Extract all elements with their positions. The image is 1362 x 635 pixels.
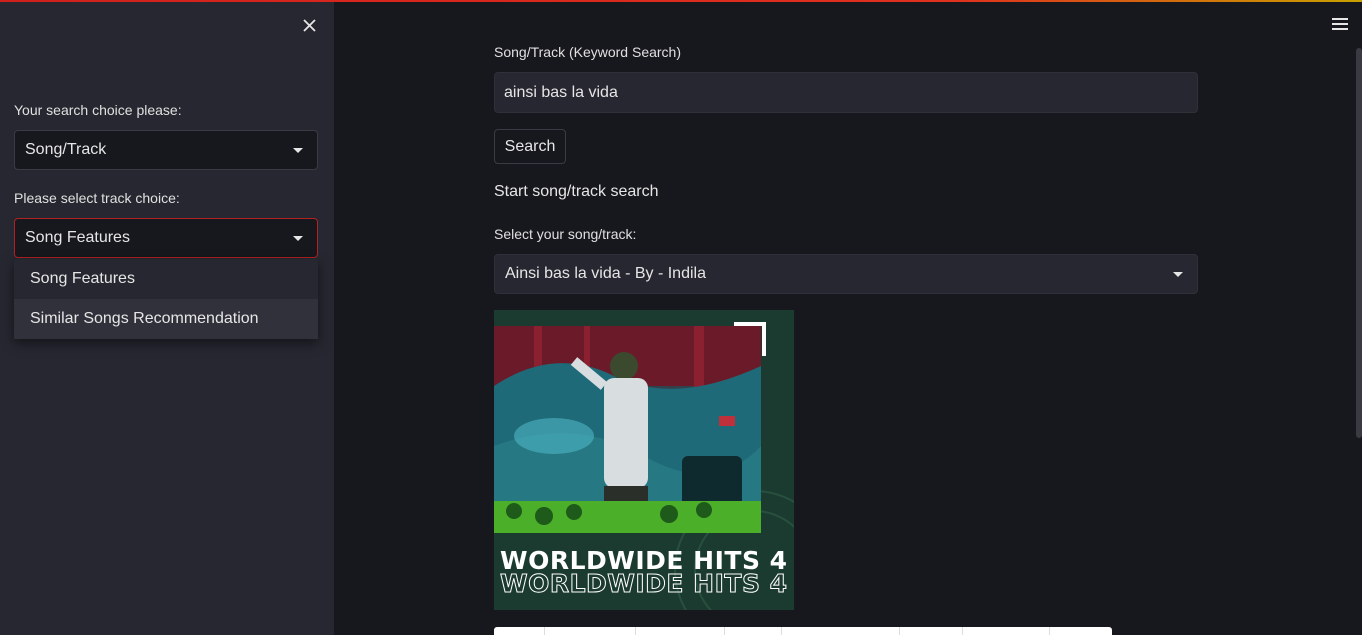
chevron-down-icon xyxy=(293,148,303,153)
keyword-search-label: Song/Track (Keyword Search) xyxy=(494,44,681,60)
track-choice-dropdown: Song Features Similar Songs Recommendati… xyxy=(14,259,318,339)
track-choice-select[interactable]: Song Features xyxy=(14,218,318,258)
chevron-down-icon xyxy=(1173,272,1183,277)
song-select[interactable]: Ainsi bas la vida - By - Indila xyxy=(494,254,1198,294)
track-choice-label: Please select track choice: xyxy=(14,190,180,206)
album-photo xyxy=(494,326,761,533)
song-select-label: Select your song/track: xyxy=(494,226,637,242)
chevron-down-icon xyxy=(293,236,303,241)
features-table-header xyxy=(494,627,1112,635)
hamburger-menu-icon[interactable] xyxy=(1332,18,1348,32)
search-choice-select[interactable]: Song/Track xyxy=(14,130,318,170)
song-select-value: Ainsi bas la vida - By - Indila xyxy=(505,265,706,282)
sidebar: Your search choice please: Song/Track Pl… xyxy=(0,0,334,635)
album-title-outline: WORLDWIDE HITS 4 xyxy=(500,569,788,599)
dropdown-option-song-features[interactable]: Song Features xyxy=(14,259,318,299)
scrollbar[interactable] xyxy=(1356,48,1362,438)
keyword-search-input[interactable] xyxy=(494,72,1198,113)
search-button[interactable]: Search xyxy=(494,129,566,164)
search-choice-label: Your search choice please: xyxy=(14,102,182,118)
top-decoration-bar xyxy=(0,0,1362,2)
search-status-text: Start song/track search xyxy=(494,183,659,200)
search-choice-value: Song/Track xyxy=(25,141,107,158)
track-choice-value: Song Features xyxy=(25,229,130,246)
dropdown-option-similar-songs[interactable]: Similar Songs Recommendation xyxy=(14,299,318,339)
album-cover-image: WORLDWIDE HITS 4 WORLDWIDE HITS 4 xyxy=(494,310,794,610)
close-sidebar-icon[interactable] xyxy=(300,16,320,36)
